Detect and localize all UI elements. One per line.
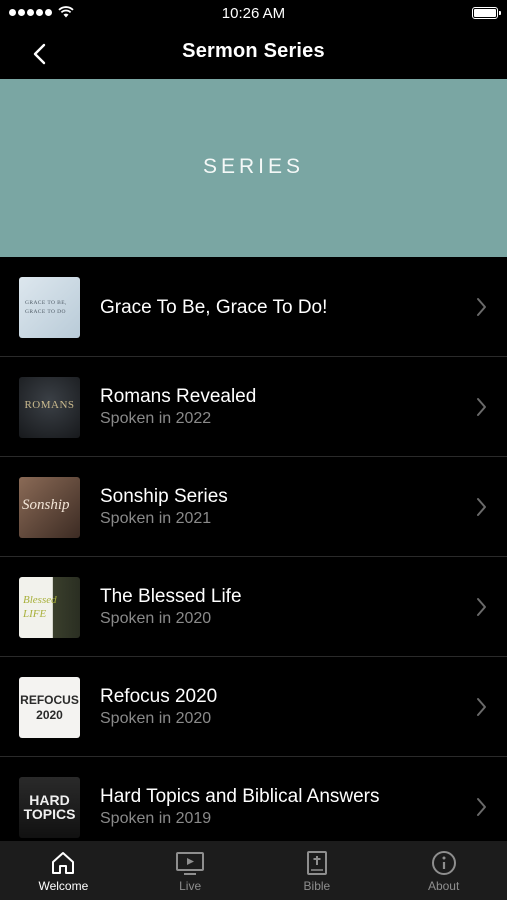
thumbnail-text: ROMANS (24, 399, 75, 411)
battery-icon (472, 7, 501, 19)
tab-about[interactable]: About (380, 841, 507, 900)
banner-title: SERIES (202, 155, 305, 178)
series-subtitle: Spoken in 2021 (100, 510, 212, 527)
series-subtitle: Spoken in 2020 (100, 710, 212, 727)
tab-welcome[interactable]: Welcome (0, 841, 127, 900)
list-item[interactable]: HARD TOPICS Hard Topics and Biblical Ans… (0, 757, 507, 841)
thumbnail-text: Sonship (22, 497, 70, 513)
series-subtitle: Spoken in 2022 (100, 410, 212, 427)
series-subtitle: Spoken in 2019 (100, 810, 212, 827)
thumbnail-text: HARD TOPICS (23, 792, 76, 822)
series-thumbnail: GRACE TO BE, GRACE TO DO (19, 277, 80, 338)
tab-label: Welcome (38, 879, 89, 893)
chevron-right-icon (477, 298, 486, 316)
series-banner: SERIES (0, 79, 507, 257)
list-item[interactable]: REFOCUS 2020 Refocus 2020 Spoken in 2020 (0, 657, 507, 757)
status-time: 10:26 AM (221, 5, 286, 22)
thumbnail-text: Blessed LIFE (23, 594, 57, 620)
home-icon (52, 852, 75, 874)
tab-bar: Welcome Live Bible About (0, 841, 507, 900)
thumbnail-text: REFOCUS 2020 (20, 693, 79, 722)
list-item[interactable]: GRACE TO BE, GRACE TO DO Grace To Be, Gr… (0, 257, 507, 357)
tab-label: About (427, 879, 460, 893)
series-thumbnail: Blessed LIFE (19, 577, 80, 638)
series-title: Refocus 2020 (100, 686, 218, 707)
series-thumbnail: ROMANS (19, 377, 80, 438)
series-subtitle: Spoken in 2020 (100, 610, 212, 627)
series-thumbnail: REFOCUS 2020 (19, 677, 80, 738)
series-title: Hard Topics and Biblical Answers (100, 786, 380, 807)
tab-label: Live (179, 879, 202, 893)
chevron-right-icon (477, 698, 486, 716)
list-item[interactable]: ROMANS Romans Revealed Spoken in 2022 (0, 357, 507, 457)
status-bar: 10:26 AM (0, 0, 507, 28)
series-thumbnail: HARD TOPICS (19, 777, 80, 838)
tab-live[interactable]: Live (127, 841, 254, 900)
tab-label: Bible (303, 879, 331, 893)
chevron-right-icon (477, 398, 486, 416)
series-title: Romans Revealed (100, 386, 257, 407)
tab-bible[interactable]: Bible (254, 841, 381, 900)
series-thumbnail: Sonship (19, 477, 80, 538)
info-icon (431, 851, 456, 875)
thumbnail-text: GRACE TO BE, GRACE TO DO (25, 300, 67, 315)
series-title: The Blessed Life (100, 586, 242, 607)
list-item[interactable]: Blessed LIFE The Blessed Life Spoken in … (0, 557, 507, 657)
navigation-bar: Sermon Series (0, 28, 507, 79)
series-list[interactable]: GRACE TO BE, GRACE TO DO Grace To Be, Gr… (0, 257, 507, 841)
series-title: Sonship Series (100, 486, 228, 507)
list-item[interactable]: Sonship Sonship Series Spoken in 2021 (0, 457, 507, 557)
chevron-right-icon (477, 598, 486, 616)
tv-play-icon (176, 852, 205, 875)
chevron-right-icon (477, 498, 486, 516)
page-title: Sermon Series (182, 40, 325, 62)
chevron-right-icon (477, 798, 486, 816)
bible-icon (306, 851, 327, 875)
series-title: Grace To Be, Grace To Do! (100, 296, 328, 318)
